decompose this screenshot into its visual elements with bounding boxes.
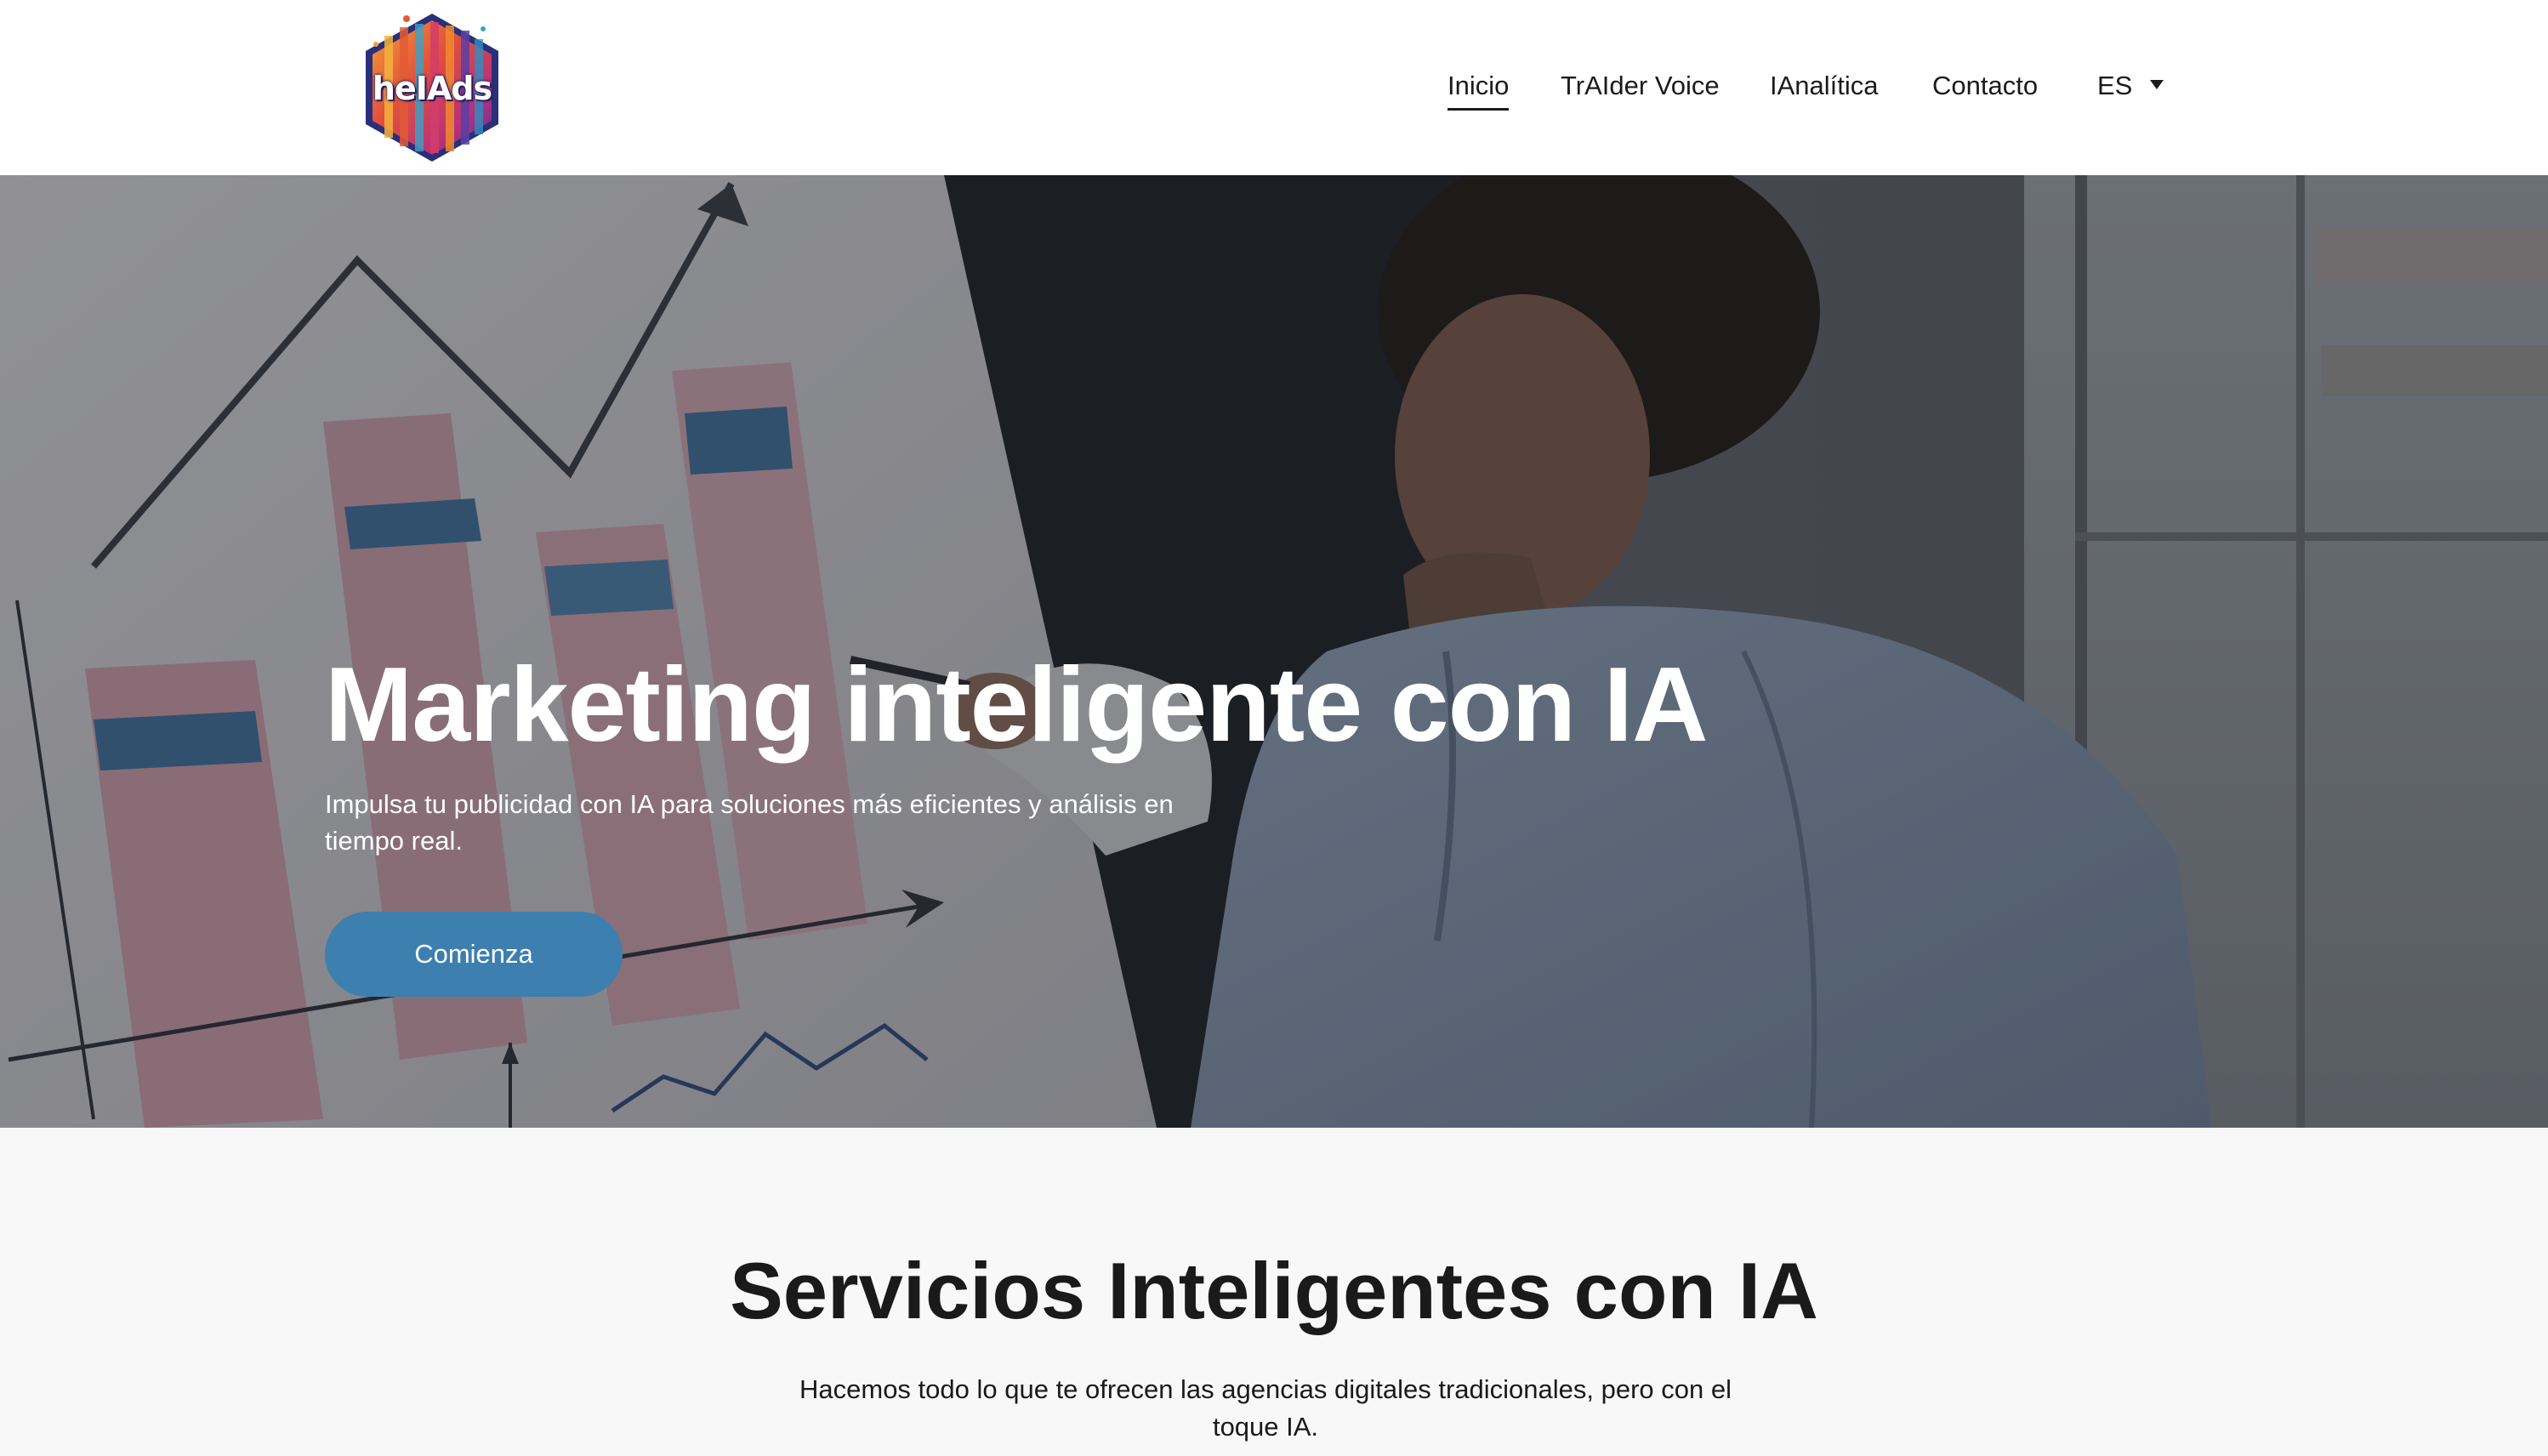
hero-section: Marketing inteligente con IA Impulsa tu … <box>0 175 2548 1128</box>
hero-title: Marketing inteligente con IA <box>325 646 1709 764</box>
chevron-down-icon[interactable] <box>2150 80 2164 89</box>
nav-item-ianalitica[interactable]: IAnalítica <box>1770 66 1879 105</box>
language-selector[interactable]: ES <box>2097 66 2132 105</box>
nav-item-trailer-voice[interactable]: TrAIder Voice <box>1561 66 1720 105</box>
nav-item-inicio[interactable]: Inicio <box>1447 66 1510 111</box>
services-description: Hacemos todo lo que te ofrecen las agenc… <box>799 1374 1732 1442</box>
site-header: heIAds Inicio TrAIder Voice IAnalítica C… <box>0 0 2548 175</box>
comienza-button[interactable]: Comienza <box>325 912 623 997</box>
heiads-logo[interactable]: heIAds <box>355 10 509 165</box>
nav-item-contacto[interactable]: Contacto <box>1932 66 2038 105</box>
logo-text: heIAds <box>372 70 492 107</box>
services-title: Servicios Inteligentes con IA <box>730 1246 1818 1335</box>
hero-subtitle: Impulsa tu publicidad con IA para soluci… <box>325 789 1174 856</box>
